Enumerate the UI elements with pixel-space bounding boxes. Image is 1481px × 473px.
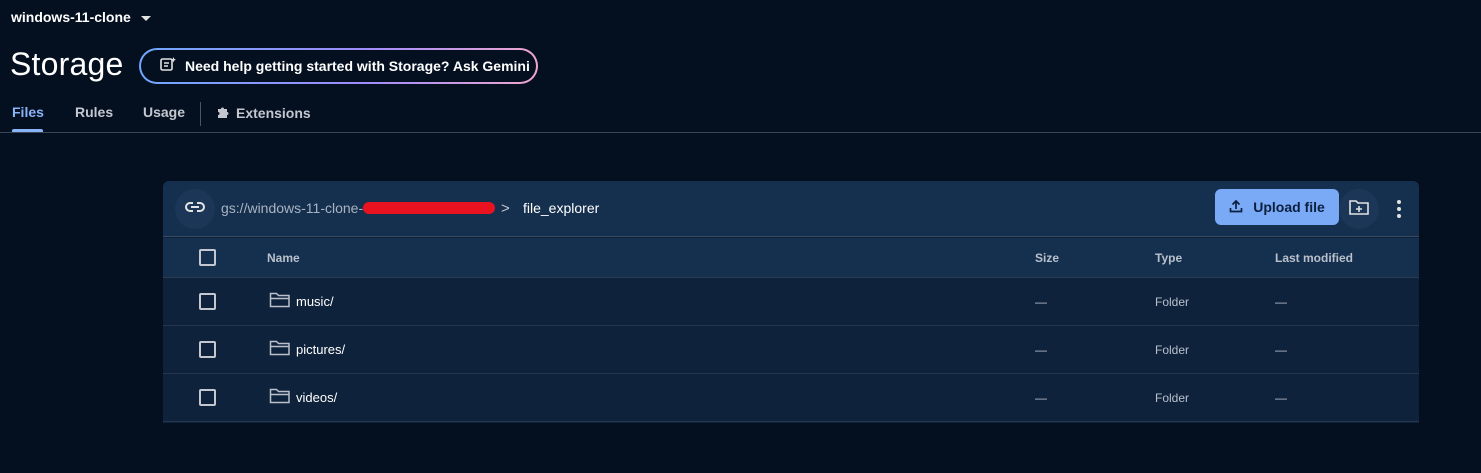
- upload-icon: [1229, 199, 1243, 216]
- page-title: Storage: [10, 46, 124, 82]
- chevron-down-icon: [140, 15, 151, 21]
- row-checkbox[interactable]: [199, 389, 216, 406]
- row-checkbox[interactable]: [199, 341, 216, 358]
- puzzle-icon: [216, 104, 231, 122]
- gemini-prompt-text: Need help getting started with Storage? …: [185, 58, 530, 74]
- table-row[interactable]: videos/ — Folder —: [163, 374, 1419, 422]
- breadcrumb-separator: >: [501, 200, 510, 217]
- folder-link[interactable]: music/: [269, 292, 334, 311]
- tab-bar: Files Rules Usage Extensions: [0, 98, 1481, 133]
- modified-cell: —: [1275, 391, 1287, 405]
- link-icon: [184, 200, 206, 218]
- table-row[interactable]: music/ — Folder —: [163, 278, 1419, 326]
- column-header-type[interactable]: Type: [1155, 251, 1182, 265]
- column-header-name[interactable]: Name: [267, 251, 300, 265]
- size-cell: —: [1035, 343, 1047, 357]
- select-all-checkbox[interactable]: [199, 249, 216, 266]
- bucket-path[interactable]: gs://windows-11-clone-: [221, 200, 363, 216]
- folder-name: videos/: [296, 390, 338, 405]
- path-bar: gs://windows-11-clone- > file_explorer U…: [163, 181, 1419, 237]
- modified-cell: —: [1275, 343, 1287, 357]
- folder-icon: [269, 292, 291, 311]
- active-tab-indicator: [12, 129, 43, 132]
- tab-usage[interactable]: Usage: [143, 104, 185, 120]
- redaction-mark: [363, 202, 495, 214]
- type-cell: Folder: [1155, 295, 1190, 309]
- create-folder-button[interactable]: [1339, 189, 1379, 229]
- modified-cell: —: [1275, 295, 1287, 309]
- folder-name: music/: [296, 294, 334, 309]
- ask-gemini-button[interactable]: Need help getting started with Storage? …: [139, 48, 538, 84]
- project-selector[interactable]: windows-11-clone: [11, 9, 151, 25]
- column-header-last-modified[interactable]: Last modified: [1275, 251, 1353, 265]
- tab-files[interactable]: Files: [12, 104, 44, 120]
- tab-extensions-label: Extensions: [236, 105, 311, 121]
- upload-file-label: Upload file: [1253, 199, 1325, 215]
- upload-file-button[interactable]: Upload file: [1215, 189, 1339, 225]
- size-cell: —: [1035, 391, 1047, 405]
- table-row[interactable]: pictures/ — Folder —: [163, 326, 1419, 374]
- tab-rules[interactable]: Rules: [75, 104, 113, 120]
- type-cell: Folder: [1155, 343, 1190, 357]
- tab-divider: [200, 102, 201, 126]
- folder-link[interactable]: videos/: [269, 388, 337, 407]
- table-header: Name Size Type Last modified: [163, 238, 1419, 278]
- row-checkbox[interactable]: [199, 293, 216, 310]
- folder-link[interactable]: pictures/: [269, 340, 345, 359]
- folder-name: pictures/: [296, 342, 346, 357]
- gemini-spark-icon: [159, 56, 177, 77]
- more-options-icon[interactable]: [1387, 195, 1411, 223]
- copy-link-button[interactable]: [175, 189, 215, 229]
- folder-icon: [269, 340, 291, 359]
- column-header-size[interactable]: Size: [1035, 251, 1059, 265]
- tab-extensions[interactable]: Extensions: [216, 104, 311, 122]
- project-name: windows-11-clone: [11, 9, 131, 25]
- breadcrumb-current-folder[interactable]: file_explorer: [523, 200, 599, 216]
- size-cell: —: [1035, 295, 1047, 309]
- new-folder-icon: [1348, 198, 1370, 221]
- folder-icon: [269, 388, 291, 407]
- file-browser-panel: gs://windows-11-clone- > file_explorer U…: [163, 181, 1419, 423]
- type-cell: Folder: [1155, 391, 1190, 405]
